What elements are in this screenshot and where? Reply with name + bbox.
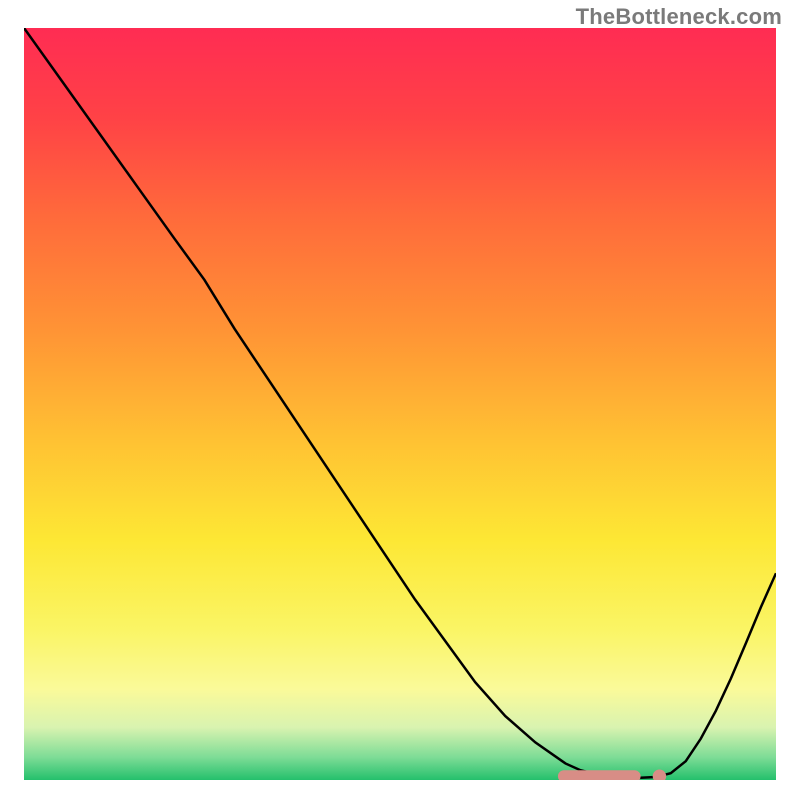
chart-svg bbox=[24, 28, 776, 780]
chart-background bbox=[24, 28, 776, 780]
watermark-text: TheBottleneck.com bbox=[576, 4, 782, 30]
optimal-zone-marker bbox=[558, 770, 641, 780]
chart bbox=[24, 28, 776, 780]
